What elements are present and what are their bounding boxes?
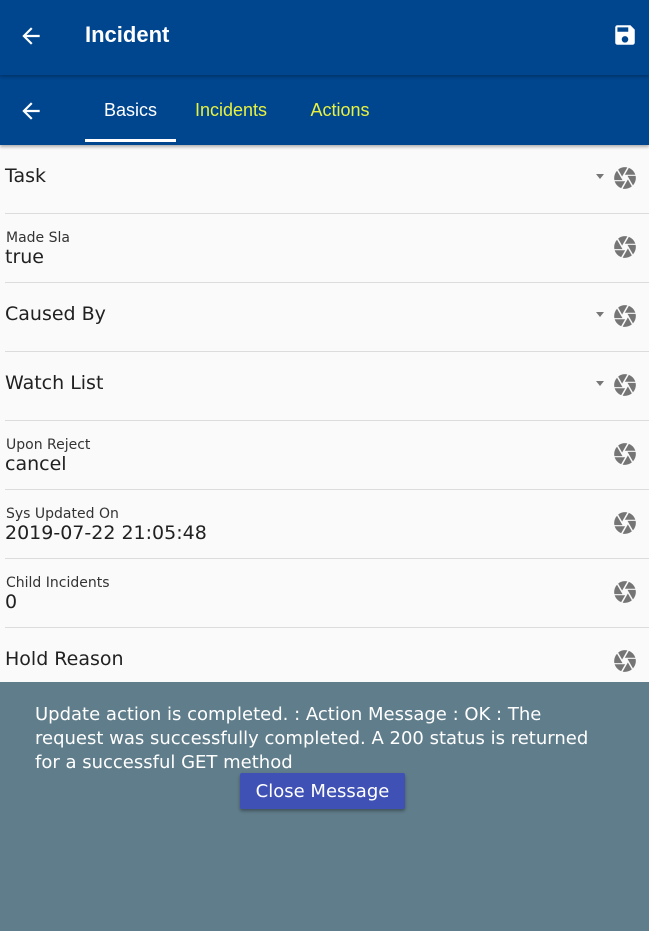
field-label: Child Incidents: [6, 575, 110, 591]
tab-basics[interactable]: Basics: [85, 75, 176, 142]
field-watch-list[interactable]: Watch List: [5, 352, 649, 421]
page-title: Incident: [85, 22, 170, 47]
tab-actions[interactable]: Actions: [300, 75, 380, 139]
message-panel: Update action is completed. : Action Mes…: [0, 682, 649, 931]
camera-aperture-icon[interactable]: [612, 372, 638, 398]
field-label: Caused By: [5, 303, 106, 325]
field-label: Hold Reason: [5, 648, 124, 670]
camera-aperture-icon[interactable]: [612, 234, 638, 260]
tab-incidents[interactable]: Incidents: [186, 75, 276, 139]
arrow-left-icon[interactable]: [18, 23, 44, 49]
field-made-sla[interactable]: Made Sla true: [5, 214, 649, 283]
tab-bar: Basics Incidents Actions: [0, 75, 649, 145]
field-sys-updated-on[interactable]: Sys Updated On 2019-07-22 21:05:48: [5, 490, 649, 559]
camera-aperture-icon[interactable]: [612, 165, 638, 191]
floppy-save-icon[interactable]: [612, 22, 638, 48]
field-child-incidents[interactable]: Child Incidents 0: [5, 559, 649, 628]
caret-down-icon[interactable]: [596, 312, 604, 317]
field-label: Sys Updated On: [6, 506, 119, 522]
field-label: Made Sla: [6, 230, 70, 246]
field-label: Watch List: [5, 372, 104, 394]
field-value: true: [5, 246, 44, 268]
field-value: 2019-07-22 21:05:48: [5, 522, 207, 544]
camera-aperture-icon[interactable]: [612, 510, 638, 536]
field-label: Upon Reject: [6, 437, 91, 453]
arrow-left-icon[interactable]: [18, 98, 44, 124]
field-list: Task Made Sla true Caused By Watch List …: [0, 145, 649, 697]
message-text: Update action is completed. : Action Mes…: [35, 704, 589, 773]
camera-aperture-icon[interactable]: [612, 441, 638, 467]
caret-down-icon[interactable]: [596, 174, 604, 179]
field-caused-by[interactable]: Caused By: [5, 283, 649, 352]
field-task[interactable]: Task: [5, 145, 649, 214]
app-bar: Incident: [0, 0, 649, 75]
field-label: Task: [5, 165, 47, 187]
camera-aperture-icon[interactable]: [612, 303, 638, 329]
field-value: 0: [5, 591, 18, 613]
field-value: cancel: [5, 453, 67, 475]
field-upon-reject[interactable]: Upon Reject cancel: [5, 421, 649, 490]
close-message-button[interactable]: Close Message: [240, 773, 405, 809]
caret-down-icon[interactable]: [596, 381, 604, 386]
camera-aperture-icon[interactable]: [612, 648, 638, 674]
camera-aperture-icon[interactable]: [612, 579, 638, 605]
